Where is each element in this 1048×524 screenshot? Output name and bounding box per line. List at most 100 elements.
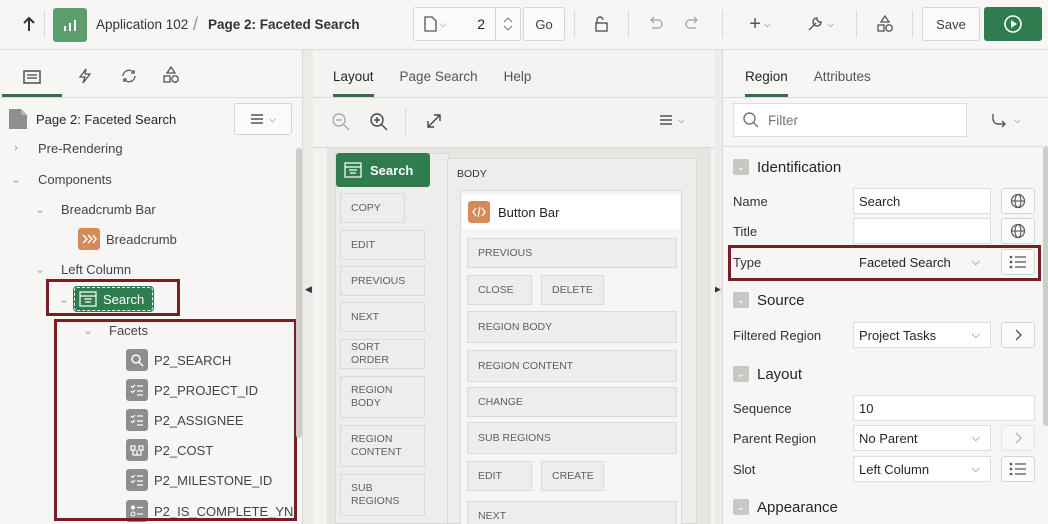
chevron-right-icon[interactable]	[1001, 425, 1035, 451]
tab-attributes[interactable]: Attributes	[814, 69, 871, 97]
slot-region-body[interactable]: REGION BODY	[340, 376, 425, 418]
app-icon[interactable]	[53, 8, 87, 42]
processing-tab-icon[interactable]	[108, 68, 150, 97]
shared-components-icon[interactable]	[868, 7, 902, 41]
zoom-out-icon[interactable]	[331, 112, 351, 135]
properties-scrollbar[interactable]	[1043, 146, 1048, 426]
section-title: Identification	[757, 158, 842, 176]
page-number-input[interactable]: 2	[456, 8, 496, 40]
left-panel-tabs	[0, 50, 302, 98]
slot-change[interactable]: CHANGE	[467, 387, 677, 417]
tab-help[interactable]: Help	[504, 69, 532, 97]
search-icon	[743, 112, 759, 128]
left-splitter[interactable]: ◀	[303, 50, 313, 524]
slot-sub-regions[interactable]: SUB REGIONS	[467, 422, 677, 454]
tree-root[interactable]: Page 2: Faceted Search	[8, 108, 176, 130]
slot-region-content[interactable]: REGION CONTENT	[467, 350, 677, 382]
tree-node-components[interactable]: ⌄ Components	[10, 164, 112, 194]
collapse-icon[interactable]: ⌄	[733, 499, 749, 515]
slot-sort-order[interactable]: SORT ORDER	[340, 339, 425, 369]
collapse-icon[interactable]: ⌄	[733, 292, 749, 308]
title-field[interactable]	[853, 218, 991, 244]
slot-region-body[interactable]: REGION BODY	[467, 311, 677, 343]
filter-box[interactable]	[733, 103, 967, 137]
name-field[interactable]: Search	[853, 188, 991, 214]
slot-previous[interactable]: PREVIOUS	[340, 266, 425, 296]
tree-menu-button[interactable]: ⌵	[234, 103, 292, 135]
tab-layout[interactable]: Layout	[333, 69, 374, 97]
prop-label: Sequence	[733, 400, 792, 416]
chevron-right-icon[interactable]	[1001, 322, 1035, 348]
chevron-down-icon: ⌵	[763, 18, 771, 29]
rendering-tab-icon[interactable]	[2, 70, 62, 97]
slot-create[interactable]: CREATE	[541, 461, 604, 491]
section-title: Appearance	[757, 498, 838, 516]
parent-region-select[interactable]: No Parent ⌵	[853, 425, 991, 451]
slot-region-content[interactable]: REGION CONTENT	[340, 425, 425, 467]
app-name-link[interactable]: Application 102	[96, 17, 188, 32]
slot-delete[interactable]: DELETE	[541, 275, 604, 305]
go-button[interactable]: Go	[523, 7, 565, 41]
up-arrow-icon[interactable]	[14, 7, 44, 41]
expand-icon[interactable]	[425, 112, 443, 133]
undo-icon[interactable]	[640, 7, 670, 41]
chevron-right-icon[interactable]: ›	[10, 142, 22, 154]
step-up-icon[interactable]	[503, 17, 513, 23]
dynamic-actions-tab-icon[interactable]	[62, 68, 108, 97]
section-identification[interactable]: ⌄ Identification	[723, 152, 1048, 182]
zoom-in-icon[interactable]	[369, 112, 389, 135]
section-appearance[interactable]: ⌄ Appearance	[723, 492, 1048, 522]
tab-page-search[interactable]: Page Search	[400, 69, 478, 97]
tree-node-breadcrumb-bar[interactable]: ⌄ Breadcrumb Bar	[34, 194, 155, 224]
slot-copy[interactable]: COPY	[340, 193, 405, 223]
slot-edit[interactable]: EDIT	[340, 230, 425, 260]
search-region-header[interactable]: Search	[336, 153, 430, 187]
breadcrumb-separator: /	[193, 14, 199, 34]
sequence-field[interactable]: 10	[853, 395, 1035, 421]
page-selector[interactable]: ⌵ 2	[413, 7, 521, 41]
lock-page-icon[interactable]	[584, 7, 618, 41]
facets-highlight-box	[54, 319, 297, 521]
tree-scrollbar[interactable]	[296, 148, 302, 438]
collapse-left-icon[interactable]: ◀	[305, 284, 312, 295]
collapse-icon[interactable]: ⌄	[733, 159, 749, 175]
chevron-down-icon: ⌵	[678, 114, 685, 125]
layout-menu-button[interactable]: ⌵	[659, 114, 685, 126]
slot-close[interactable]: CLOSE	[467, 275, 532, 305]
slot-next[interactable]: NEXT	[467, 501, 677, 524]
utilities-menu-button[interactable]: ⌵	[798, 7, 842, 41]
go-to-group-button[interactable]: ⌵	[991, 112, 1021, 128]
collapse-right-icon[interactable]: ▶	[714, 284, 721, 295]
chevron-down-icon[interactable]: ⌄	[34, 203, 46, 216]
save-button[interactable]: Save	[922, 7, 980, 41]
collapse-icon[interactable]: ⌄	[733, 366, 749, 382]
tree-label: Components	[38, 171, 112, 187]
tree-node-pre-rendering[interactable]: › Pre-Rendering	[10, 133, 122, 163]
globe-icon[interactable]	[1001, 218, 1035, 244]
filtered-region-select[interactable]: Project Tasks ⌵	[853, 322, 991, 348]
page-type-icon[interactable]: ⌵	[414, 8, 456, 40]
slot-select[interactable]: Left Column ⌵	[853, 456, 991, 482]
slot-next[interactable]: NEXT	[340, 302, 425, 332]
tree-node-breadcrumb[interactable]: Breadcrumb	[78, 224, 177, 254]
slot-edit[interactable]: EDIT	[467, 461, 532, 491]
chevron-down-icon[interactable]: ⌄	[10, 173, 22, 186]
section-source[interactable]: ⌄ Source	[723, 285, 1048, 315]
redo-icon[interactable]	[678, 7, 708, 41]
filter-input[interactable]	[768, 112, 958, 128]
globe-icon[interactable]	[1001, 188, 1035, 214]
create-menu-button[interactable]: + ⌵	[740, 7, 780, 41]
search-highlight-box	[46, 279, 180, 316]
slot-sub-regions[interactable]: SUB REGIONS	[340, 474, 425, 516]
run-page-button[interactable]	[984, 7, 1042, 41]
shared-components-tab-icon[interactable]	[150, 66, 192, 97]
tab-region[interactable]: Region	[745, 69, 788, 97]
play-icon	[1004, 15, 1022, 33]
slot-previous[interactable]: PREVIOUS	[467, 238, 677, 268]
button-bar-header[interactable]: Button Bar	[462, 195, 680, 229]
section-layout[interactable]: ⌄ Layout	[723, 359, 1048, 389]
chevron-down-icon[interactable]: ⌄	[34, 263, 46, 276]
step-down-icon[interactable]	[503, 25, 513, 31]
page-stepper[interactable]	[496, 8, 520, 40]
list-icon[interactable]	[1001, 456, 1035, 482]
